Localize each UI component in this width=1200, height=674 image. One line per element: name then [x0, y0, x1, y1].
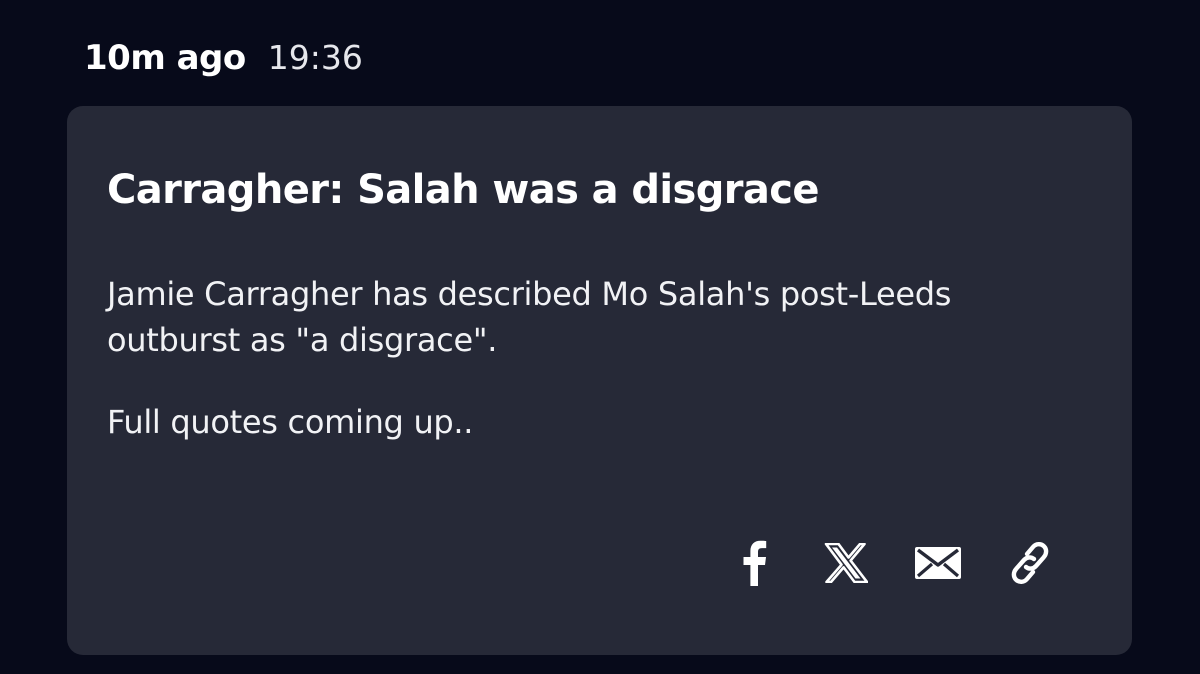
- relative-time: 10m ago: [84, 38, 246, 78]
- post-paragraph: Full quotes coming up..: [107, 403, 474, 441]
- clock-time: 19:36: [267, 38, 363, 77]
- post-paragraph: Jamie Carragher has described Mo Salah's…: [107, 275, 952, 359]
- post-headline: Carragher: Salah was a disgrace: [107, 167, 820, 213]
- post-card: Carragher: Salah was a disgrace Jamie Ca…: [67, 106, 1132, 655]
- x-icon: [824, 543, 868, 583]
- share-x-button[interactable]: [800, 538, 892, 588]
- email-icon: [915, 547, 961, 579]
- share-email-button[interactable]: [892, 538, 984, 588]
- share-facebook-button[interactable]: [708, 538, 800, 588]
- facebook-icon: [743, 540, 767, 586]
- timestamp-row: 10m ago 19:36: [84, 38, 363, 84]
- post-body: Jamie Carragher has described Mo Salah's…: [107, 271, 1067, 481]
- share-bar: [708, 538, 1076, 588]
- copy-link-button[interactable]: [984, 538, 1076, 588]
- link-icon: [1011, 542, 1049, 584]
